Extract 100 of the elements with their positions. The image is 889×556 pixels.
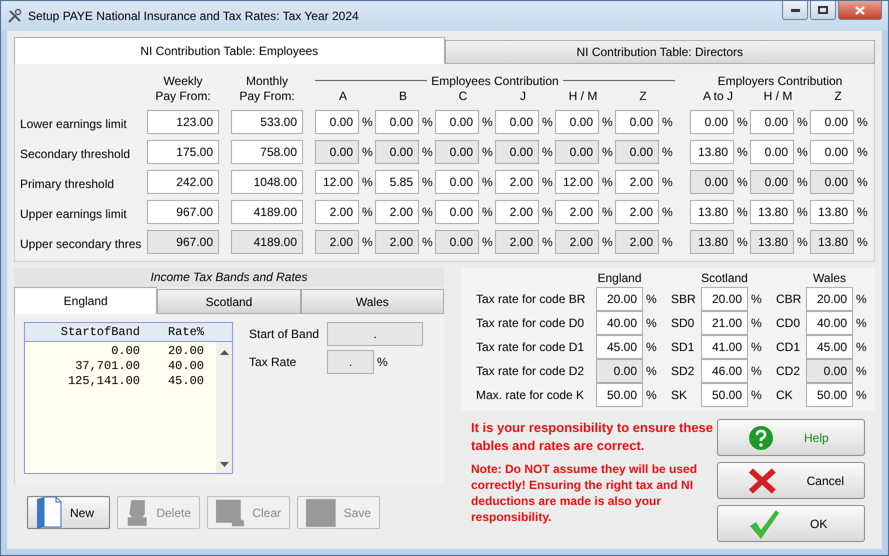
percent-sign: % bbox=[645, 388, 658, 402]
percent-sign: % bbox=[361, 175, 374, 189]
ok-button[interactable]: OK bbox=[717, 505, 865, 542]
input-field[interactable]: 0.00 bbox=[435, 110, 479, 134]
input-field[interactable]: 2.00 bbox=[375, 200, 419, 224]
maximize-button[interactable] bbox=[810, 1, 836, 20]
input-field[interactable]: 41.00 bbox=[701, 335, 748, 359]
column-header: C bbox=[458, 88, 468, 104]
input-field[interactable]: 2.00 bbox=[495, 200, 539, 224]
input-field[interactable]: 2.00 bbox=[315, 200, 359, 224]
row-label: Tax rate for code D1 bbox=[476, 340, 586, 354]
input-field[interactable]: 0.00 bbox=[495, 110, 539, 134]
input-field[interactable]: 20.00 bbox=[806, 287, 853, 311]
cancel-button[interactable]: Cancel bbox=[717, 462, 865, 499]
percent-sign: % bbox=[855, 364, 868, 378]
input-field[interactable]: . bbox=[327, 322, 423, 346]
percent-sign: % bbox=[736, 235, 749, 249]
percent-sign: % bbox=[750, 316, 763, 330]
percent-sign: % bbox=[481, 115, 494, 129]
input-field[interactable]: 242.00 bbox=[147, 170, 219, 194]
input-field[interactable]: 13.80 bbox=[750, 200, 794, 224]
list-cell-text: 45.00 bbox=[166, 374, 204, 389]
percent-sign: % bbox=[855, 388, 868, 402]
percent-sign: % bbox=[645, 364, 658, 378]
input-field[interactable]: 533.00 bbox=[231, 110, 303, 134]
input-field[interactable]: . bbox=[327, 350, 374, 374]
input-field[interactable]: 20.00 bbox=[701, 287, 748, 311]
tab[interactable]: NI Contribution Table: Directors bbox=[444, 40, 875, 64]
input-field[interactable]: 0.00 bbox=[690, 110, 734, 134]
percent-sign: % bbox=[541, 175, 554, 189]
input-field[interactable]: 2.00 bbox=[615, 170, 659, 194]
input-field[interactable]: 50.00 bbox=[806, 383, 853, 407]
input-field[interactable]: 13.80 bbox=[810, 200, 854, 224]
window-title: Setup PAYE National Insurance and Tax Rates: Tax Year 2024 bbox=[28, 9, 360, 23]
tab[interactable]: England bbox=[14, 287, 158, 314]
input-field[interactable]: 2.00 bbox=[495, 170, 539, 194]
input-field[interactable]: 2.00 bbox=[615, 200, 659, 224]
tab[interactable]: Wales bbox=[300, 289, 444, 314]
scroll-bar[interactable] bbox=[216, 342, 232, 473]
code-label: SK bbox=[671, 388, 688, 402]
group-heading: Employers Contribution bbox=[716, 74, 844, 88]
input-field[interactable]: 20.00 bbox=[596, 287, 643, 311]
input-field[interactable]: 4189.00 bbox=[231, 200, 303, 224]
scroll-down-icon[interactable] bbox=[220, 462, 228, 467]
input-field[interactable]: 12.00 bbox=[555, 170, 599, 194]
help-button[interactable]: Help bbox=[717, 419, 865, 456]
code-label: CBR bbox=[776, 292, 802, 306]
input-field[interactable]: 967.00 bbox=[147, 200, 219, 224]
input-field[interactable]: 0.00 bbox=[555, 110, 599, 134]
row-label: Tax rate for code BR bbox=[476, 292, 586, 306]
close-button[interactable] bbox=[838, 1, 882, 20]
row-label: Upper secondary thres bbox=[20, 236, 142, 251]
tab[interactable]: Scotland bbox=[157, 289, 301, 314]
column-header: Monthly Pay From: bbox=[238, 74, 296, 104]
input-field[interactable]: 46.00 bbox=[701, 359, 748, 383]
input-field[interactable]: 12.00 bbox=[315, 170, 359, 194]
column-header: A to J bbox=[702, 88, 734, 104]
input-field[interactable]: 13.80 bbox=[690, 200, 734, 224]
input-field[interactable]: 2.00 bbox=[555, 200, 599, 224]
percent-sign: % bbox=[361, 205, 374, 219]
percent-sign: % bbox=[481, 145, 494, 159]
input-field[interactable]: 50.00 bbox=[596, 383, 643, 407]
input-field[interactable]: 0.00 bbox=[615, 110, 659, 134]
input-field[interactable]: 175.00 bbox=[147, 140, 219, 164]
tab[interactable]: NI Contribution Table: Employees bbox=[14, 37, 444, 64]
percent-sign: % bbox=[421, 205, 434, 219]
column-header: H / M bbox=[568, 88, 598, 104]
input-field[interactable]: 0.00 bbox=[750, 140, 794, 164]
input-field[interactable]: 0.00 bbox=[375, 110, 419, 134]
minimize-button[interactable] bbox=[782, 1, 808, 20]
input-field[interactable]: 758.00 bbox=[231, 140, 303, 164]
input-field[interactable]: 0.00 bbox=[810, 140, 854, 164]
percent-sign: % bbox=[541, 235, 554, 249]
percent-sign: % bbox=[750, 292, 763, 306]
row-label: Tax rate for code D2 bbox=[476, 364, 586, 378]
scroll-up-icon[interactable] bbox=[220, 350, 228, 355]
input-field[interactable]: 5.85 bbox=[375, 170, 419, 194]
input-field[interactable]: 123.00 bbox=[147, 110, 219, 134]
input-field[interactable]: 40.00 bbox=[806, 311, 853, 335]
percent-sign: % bbox=[421, 175, 434, 189]
input-field[interactable]: 50.00 bbox=[701, 383, 748, 407]
input-field[interactable]: 45.00 bbox=[806, 335, 853, 359]
input-field[interactable]: 0.00 bbox=[435, 170, 479, 194]
percent-sign: % bbox=[856, 235, 869, 249]
new-button[interactable]: New bbox=[27, 496, 110, 529]
input-field[interactable]: 40.00 bbox=[596, 311, 643, 335]
input-field[interactable]: 45.00 bbox=[596, 335, 643, 359]
input-field[interactable]: 0.00 bbox=[435, 200, 479, 224]
code-label: CK bbox=[776, 388, 794, 402]
input-field[interactable]: 1048.00 bbox=[231, 170, 303, 194]
code-label: SD2 bbox=[671, 364, 696, 378]
input-field[interactable]: 0.00 bbox=[750, 110, 794, 134]
percent-sign: % bbox=[796, 145, 809, 159]
input-field[interactable]: 0.00 bbox=[810, 110, 854, 134]
input-field[interactable]: 21.00 bbox=[701, 311, 748, 335]
input-field[interactable]: 13.80 bbox=[690, 140, 734, 164]
note-text: Note: Do NOT assume they will be used correctly! Ensuring the right tax and NI deductions are made is also your responsibility. bbox=[471, 461, 698, 525]
field-label: Start of Band bbox=[249, 327, 320, 341]
band-list[interactable]: StartofBand Rate% 0.00 20.00 37,701.00 40.00 125,141.00 45.00 bbox=[24, 322, 233, 474]
input-field[interactable]: 0.00 bbox=[315, 110, 359, 134]
